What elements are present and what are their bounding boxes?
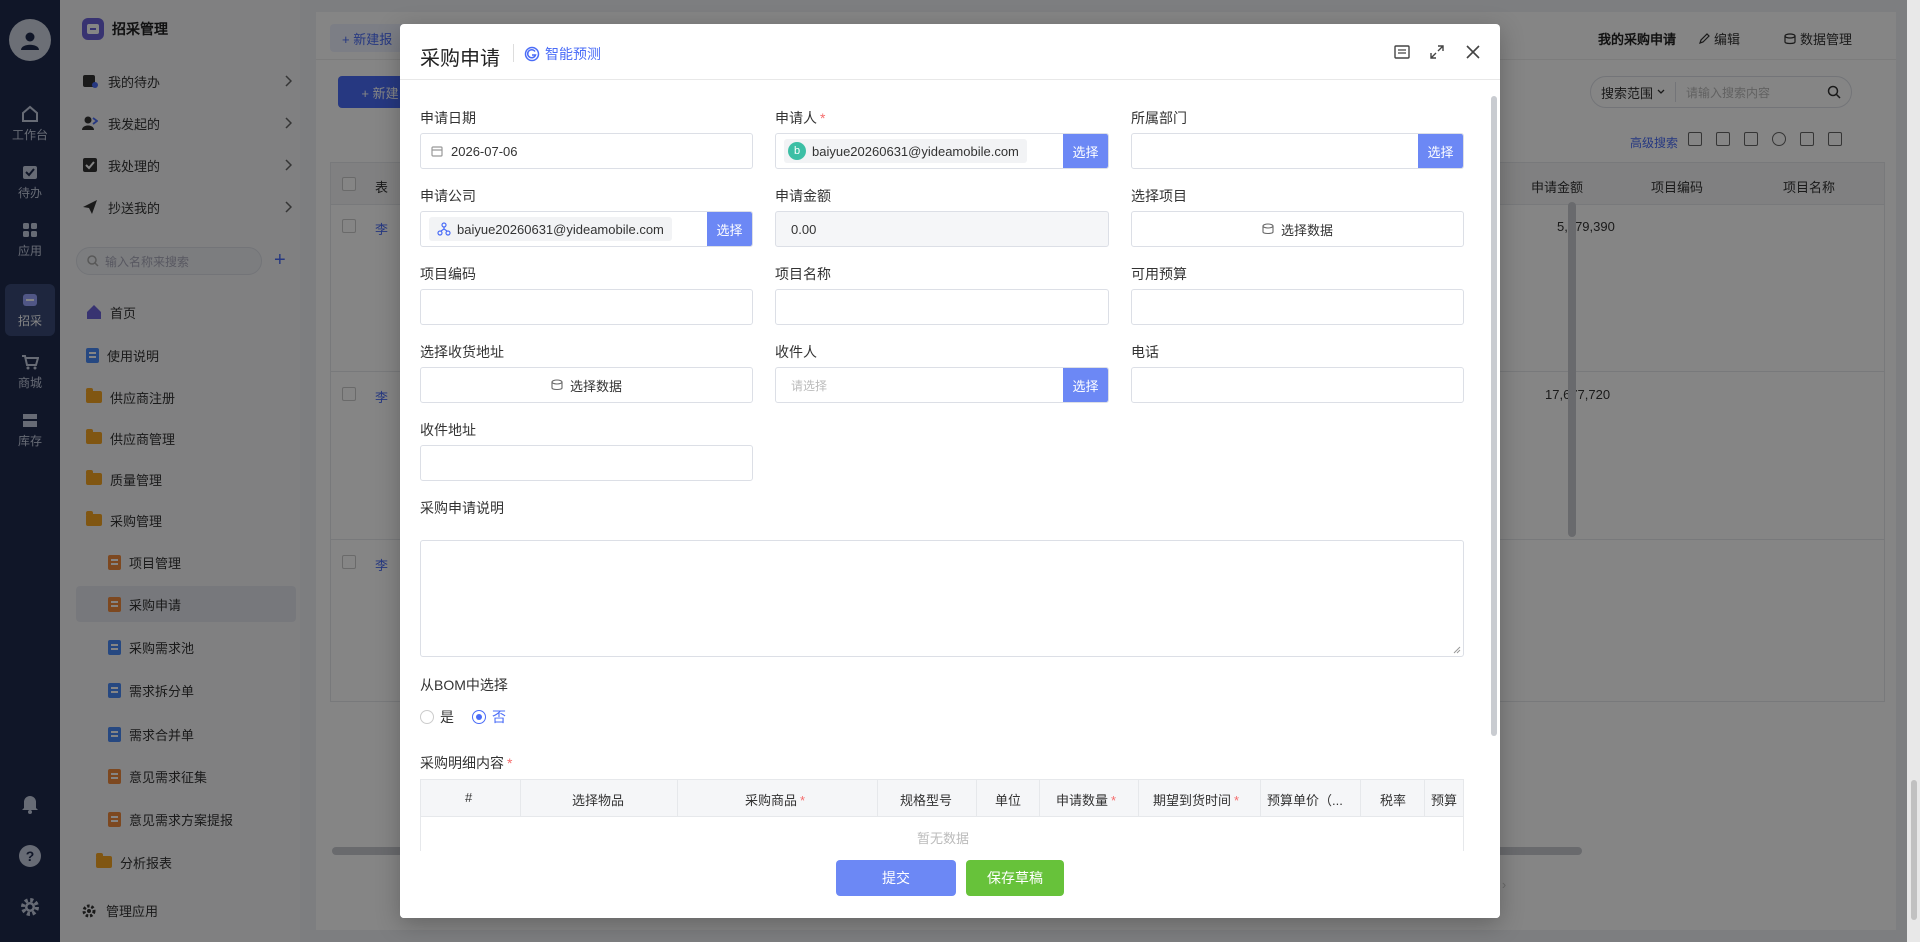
phone-input[interactable] <box>1131 367 1464 403</box>
col-select-item: 选择物品 <box>572 793 625 808</box>
col-spec: 规格型号 <box>900 793 953 808</box>
header-divider <box>513 44 514 62</box>
company-value: baiyue20260631@yideamobile.com <box>457 221 664 237</box>
select-project-button[interactable]: 选择数据 <box>1131 211 1464 247</box>
dialog-title: 采购申请 <box>420 48 500 70</box>
form-layout-icon[interactable] <box>1392 42 1412 62</box>
smart-predict-label: 智能预测 <box>545 46 601 62</box>
from-bom-label: 从BOM中选择 <box>420 677 508 693</box>
required-mark: * <box>507 755 513 771</box>
department-label: 所属部门 <box>1131 110 1187 126</box>
project-code-label: 项目编码 <box>420 266 476 282</box>
apply-date-picker[interactable]: 2026-07-06 <box>420 133 753 169</box>
submit-button[interactable]: 提交 <box>836 860 956 896</box>
data-select-icon <box>551 379 563 391</box>
amount-value: 0.00 <box>791 221 817 237</box>
col-expected-date: 期望到货时间 * <box>1153 790 1239 809</box>
amount-label: 申请金额 <box>775 188 831 204</box>
budget-input[interactable] <box>1131 289 1464 325</box>
required-mark: * <box>1234 793 1240 808</box>
dialog-scrollbar[interactable] <box>1491 96 1497 736</box>
company-tag[interactable]: baiyue20260631@yideamobile.com <box>429 217 672 241</box>
details-table: # 选择物品 采购商品 * 规格型号 单位 申请数量 * 期望到货时间 * 预算单价（… <box>420 779 1464 851</box>
window-scrollbar[interactable] <box>1907 0 1920 942</box>
dialog-body: 申请日期 2026-07-06 申请人 * b baiyue20260631@yid… <box>400 81 1492 851</box>
applicant-value: baiyue20260631@yideamobile.com <box>812 143 1019 159</box>
description-label: 采购申请说明 <box>420 500 504 516</box>
project-name-label: 项目名称 <box>775 266 831 282</box>
select-project-label: 选择项目 <box>1131 188 1187 204</box>
radio-label: 否 <box>492 709 506 725</box>
calendar-icon <box>431 146 443 157</box>
purchase-request-dialog: 采购申请 智能预测 申请日期 2026-07-06 申请人 * b baiyue20… <box>400 24 1500 918</box>
company-select-button[interactable]: 选择 <box>707 212 752 246</box>
applicant-avatar: b <box>788 142 806 160</box>
project-code-input[interactable] <box>420 289 753 325</box>
applicant-label-text: 申请人 <box>775 110 817 126</box>
radio-label: 是 <box>440 709 454 725</box>
recipient-select-button[interactable]: 选择 <box>1063 368 1108 402</box>
apply-date-value: 2026-07-06 <box>451 143 518 159</box>
required-mark: * <box>820 110 826 126</box>
resize-handle-icon[interactable] <box>1453 646 1461 654</box>
close-icon[interactable] <box>1463 42 1483 62</box>
department-field[interactable]: 选择 <box>1131 133 1464 169</box>
company-label: 申请公司 <box>420 188 476 204</box>
details-label: 采购明细内容 * <box>420 753 512 773</box>
department-select-button[interactable]: 选择 <box>1418 134 1463 168</box>
bom-radio-yes[interactable]: 是 <box>420 707 454 727</box>
col-budget: 预算 <box>1431 793 1458 808</box>
recipient-placeholder: 请选择 <box>791 378 828 393</box>
company-field[interactable]: baiyue20260631@yideamobile.com 选择 <box>420 211 753 247</box>
ship-address-select-button[interactable]: 选择数据 <box>420 367 753 403</box>
save-draft-button[interactable]: 保存草稿 <box>966 860 1064 896</box>
expand-icon[interactable] <box>1427 42 1447 62</box>
col-unit-price: 预算单价（... <box>1267 793 1343 808</box>
col-quantity-text: 申请数量 <box>1056 793 1109 808</box>
required-mark: * <box>1111 793 1117 808</box>
col-tax-rate: 税率 <box>1380 793 1407 808</box>
required-mark: * <box>800 793 806 808</box>
select-project-button-label: 选择数据 <box>1280 222 1333 238</box>
col-expected-date-text: 期望到货时间 <box>1153 793 1232 808</box>
applicant-label: 申请人 * <box>775 108 825 128</box>
project-name-input[interactable] <box>775 289 1109 325</box>
window-scrollbar-thumb[interactable] <box>1911 780 1917 920</box>
recipient-address-label: 收件地址 <box>420 422 476 438</box>
recipient-label: 收件人 <box>775 344 817 360</box>
budget-label: 可用预算 <box>1131 266 1187 282</box>
details-label-text: 采购明细内容 <box>420 755 504 771</box>
applicant-field[interactable]: b baiyue20260631@yideamobile.com 选择 <box>775 133 1109 169</box>
ship-address-select-label: 选择收货地址 <box>420 344 504 360</box>
empty-state: 暂无数据 <box>421 817 1463 851</box>
ship-address-button-label: 选择数据 <box>569 378 622 394</box>
org-icon <box>437 222 451 236</box>
smart-predict-icon <box>524 46 540 62</box>
radio-circle-selected <box>472 710 486 724</box>
description-textarea[interactable] <box>420 540 1464 657</box>
applicant-select-button[interactable]: 选择 <box>1063 134 1108 168</box>
col-product-text: 采购商品 <box>745 793 798 808</box>
data-select-icon <box>1262 223 1274 235</box>
applicant-tag[interactable]: b baiyue20260631@yideamobile.com <box>784 139 1027 163</box>
radio-circle <box>420 710 434 724</box>
apply-date-label: 申请日期 <box>420 110 476 126</box>
phone-label: 电话 <box>1131 344 1159 360</box>
col-unit: 单位 <box>995 793 1022 808</box>
smart-predict-button[interactable]: 智能预测 <box>524 44 601 64</box>
amount-field: 0.00 <box>775 211 1109 247</box>
col-quantity: 申请数量 * <box>1056 790 1116 809</box>
col-product: 采购商品 * <box>745 790 805 809</box>
col-index: # <box>465 790 473 805</box>
dialog-header: 采购申请 智能预测 <box>400 24 1500 80</box>
bom-radio-no[interactable]: 否 <box>472 707 506 727</box>
recipient-address-input[interactable] <box>420 445 753 481</box>
recipient-field[interactable]: 请选择 选择 <box>775 367 1109 403</box>
